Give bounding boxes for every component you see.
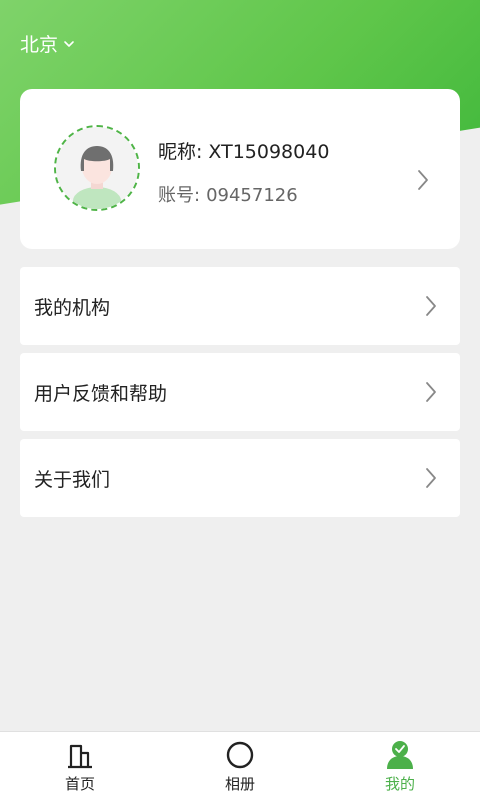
nickname-row: 昵称: XT15098040 [158, 137, 329, 164]
menu-item-label: 我的机构 [34, 296, 111, 319]
tab-label: 我的 [384, 775, 415, 793]
nickname-label: 昵称: [158, 141, 203, 163]
profile-card[interactable]: 昵称: XT15098040 账号: 09457126 [20, 89, 460, 249]
account-label: 账号: [158, 185, 201, 206]
user-avatar-icon [54, 125, 140, 211]
chevron-right-icon [426, 382, 436, 402]
chevron-right-icon [418, 170, 428, 190]
city-selector[interactable]: 北京 [20, 30, 75, 57]
profile-icon [387, 741, 413, 769]
account-value: 09457126 [206, 185, 298, 206]
tab-label: 相册 [224, 775, 255, 793]
tab-label: 首页 [64, 775, 95, 793]
tab-home[interactable]: 首页 [20, 732, 140, 800]
home-icon [68, 744, 92, 769]
city-label: 北京 [20, 34, 59, 56]
circle-icon [226, 741, 254, 769]
chevron-right-icon [426, 296, 436, 316]
bottom-tab-bar: 首页 相册 我的 [0, 731, 480, 800]
menu-item-feedback-help[interactable]: 用户反馈和帮助 [20, 353, 460, 431]
tab-mine[interactable]: 我的 [340, 732, 460, 800]
menu-item-my-organization[interactable]: 我的机构 [20, 267, 460, 345]
nickname-value: XT15098040 [208, 141, 330, 163]
profile-page: 北京 昵称: XT15098040 账号: 09457126 我的机构 用户反馈… [0, 0, 480, 800]
account-row: 账号: 09457126 [158, 181, 298, 207]
menu-item-about-us[interactable]: 关于我们 [20, 439, 460, 517]
chevron-down-icon [64, 40, 74, 47]
tab-album[interactable]: 相册 [180, 732, 300, 800]
menu-item-label: 用户反馈和帮助 [34, 382, 168, 405]
chevron-right-icon [426, 468, 436, 488]
menu-item-label: 关于我们 [34, 468, 111, 491]
